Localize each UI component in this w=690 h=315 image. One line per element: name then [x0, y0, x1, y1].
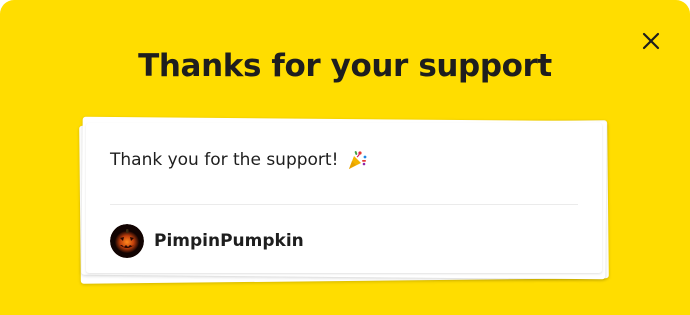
thanks-modal: Thanks for your support Thank you for th…	[0, 0, 690, 315]
supporter-name: PimpinPumpkin	[154, 231, 304, 251]
party-popper-icon	[349, 151, 367, 169]
pumpkin-avatar[interactable]	[110, 224, 144, 258]
support-message: Thank you for the support!	[110, 149, 368, 171]
support-card: Thank you for the support! PimpinPumpkin	[86, 123, 602, 273]
supporter-row: PimpinPumpkin	[110, 224, 304, 258]
modal-title: Thanks for your support	[138, 48, 552, 84]
support-message-text: Thank you for the support!	[110, 150, 339, 170]
card-divider	[110, 204, 578, 205]
support-card-stack: Thank you for the support! PimpinPumpkin	[78, 115, 610, 284]
